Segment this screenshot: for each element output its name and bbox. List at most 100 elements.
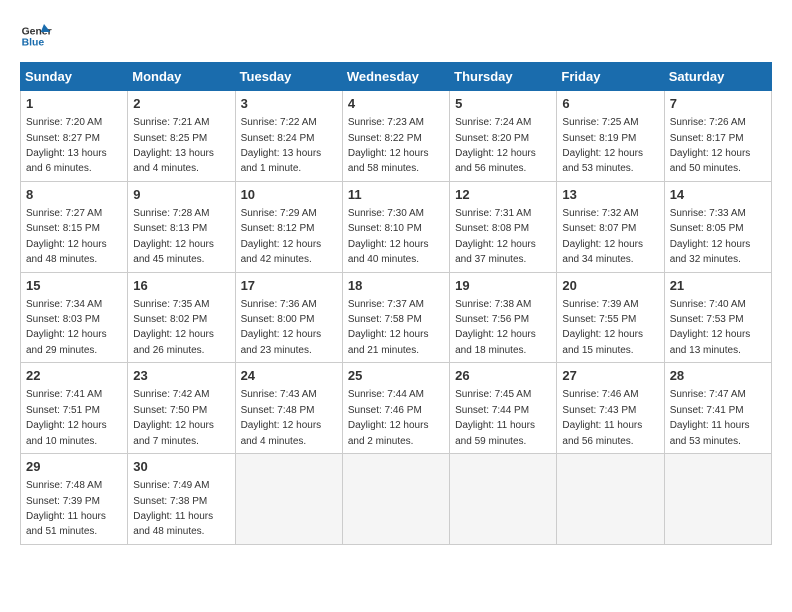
header-wednesday: Wednesday [342,63,449,91]
calendar-cell: 24 Sunrise: 7:43 AMSunset: 7:48 PMDayligh… [235,363,342,454]
calendar-cell: 11 Sunrise: 7:30 AMSunset: 8:10 PMDayligh… [342,181,449,272]
day-info: Sunrise: 7:32 AMSunset: 8:07 PMDaylight:… [562,208,643,265]
day-info: Sunrise: 7:44 AMSunset: 7:46 PMDaylight:… [348,389,429,446]
calendar-cell: 27 Sunrise: 7:46 AMSunset: 7:43 PMDayligh… [557,363,664,454]
svg-text:Blue: Blue [22,38,45,49]
calendar-cell: 18 Sunrise: 7:37 AMSunset: 7:58 PMDayligh… [342,272,449,363]
day-number: 7 [670,95,766,113]
day-number: 30 [133,458,229,476]
day-info: Sunrise: 7:49 AMSunset: 7:38 PMDaylight:… [133,480,213,537]
calendar-cell: 21 Sunrise: 7:40 AMSunset: 7:53 PMDayligh… [664,272,771,363]
calendar-cell: 30 Sunrise: 7:49 AMSunset: 7:38 PMDayligh… [128,454,235,545]
day-number: 9 [133,186,229,204]
day-info: Sunrise: 7:21 AMSunset: 8:25 PMDaylight:… [133,117,214,174]
calendar-cell: 23 Sunrise: 7:42 AMSunset: 7:50 PMDayligh… [128,363,235,454]
day-number: 20 [562,277,658,295]
day-number: 8 [26,186,122,204]
calendar-cell: 19 Sunrise: 7:38 AMSunset: 7:56 PMDayligh… [450,272,557,363]
calendar-cell: 6 Sunrise: 7:25 AMSunset: 8:19 PMDaylight… [557,91,664,182]
calendar-cell: 12Sunrise: 7:31 AMSunset: 8:08 PMDayligh… [450,181,557,272]
day-number: 23 [133,367,229,385]
day-number: 10 [241,186,337,204]
calendar-cell: 2 Sunrise: 7:21 AMSunset: 8:25 PMDaylight… [128,91,235,182]
day-number: 4 [348,95,444,113]
day-info: Sunrise: 7:39 AMSunset: 7:55 PMDaylight:… [562,299,643,356]
day-info: Sunrise: 7:22 AMSunset: 8:24 PMDaylight:… [241,117,322,174]
day-number: 13 [562,186,658,204]
calendar-cell [664,454,771,545]
day-number: 26 [455,367,551,385]
day-number: 3 [241,95,337,113]
day-number: 14 [670,186,766,204]
header-saturday: Saturday [664,63,771,91]
day-info: Sunrise: 7:36 AMSunset: 8:00 PMDaylight:… [241,299,322,356]
calendar-cell [557,454,664,545]
day-number: 21 [670,277,766,295]
calendar-cell [342,454,449,545]
day-info: Sunrise: 7:42 AMSunset: 7:50 PMDaylight:… [133,389,214,446]
day-info: Sunrise: 7:20 AMSunset: 8:27 PMDaylight:… [26,117,107,174]
calendar-header-row: SundayMondayTuesdayWednesdayThursdayFrid… [21,63,772,91]
day-info: Sunrise: 7:35 AMSunset: 8:02 PMDaylight:… [133,299,214,356]
day-info: Sunrise: 7:46 AMSunset: 7:43 PMDaylight:… [562,389,642,446]
day-number: 19 [455,277,551,295]
calendar-table: SundayMondayTuesdayWednesdayThursdayFrid… [20,62,772,545]
day-info: Sunrise: 7:37 AMSunset: 7:58 PMDaylight:… [348,299,429,356]
calendar-cell: 15Sunrise: 7:34 AMSunset: 8:03 PMDayligh… [21,272,128,363]
day-number: 29 [26,458,122,476]
day-info: Sunrise: 7:47 AMSunset: 7:41 PMDaylight:… [670,389,750,446]
calendar-cell: 16Sunrise: 7:35 AMSunset: 8:02 PMDayligh… [128,272,235,363]
day-number: 24 [241,367,337,385]
day-info: Sunrise: 7:34 AMSunset: 8:03 PMDaylight:… [26,299,107,356]
page-header: General Blue [20,20,772,52]
calendar-week-row: 22 Sunrise: 7:41 AMSunset: 7:51 PMDayligh… [21,363,772,454]
day-number: 6 [562,95,658,113]
calendar-cell: 5 Sunrise: 7:24 AMSunset: 8:20 PMDaylight… [450,91,557,182]
day-info: Sunrise: 7:45 AMSunset: 7:44 PMDaylight:… [455,389,535,446]
day-number: 2 [133,95,229,113]
day-number: 22 [26,367,122,385]
calendar-cell: 26 Sunrise: 7:45 AMSunset: 7:44 PMDayligh… [450,363,557,454]
calendar-week-row: 8 Sunrise: 7:27 AMSunset: 8:15 PMDaylight… [21,181,772,272]
calendar-week-row: 15Sunrise: 7:34 AMSunset: 8:03 PMDayligh… [21,272,772,363]
calendar-cell: 28 Sunrise: 7:47 AMSunset: 7:41 PMDayligh… [664,363,771,454]
calendar-cell [450,454,557,545]
calendar-cell: 9Sunrise: 7:28 AMSunset: 8:13 PMDaylight… [128,181,235,272]
day-info: Sunrise: 7:27 AMSunset: 8:15 PMDaylight:… [26,208,107,265]
day-number: 17 [241,277,337,295]
header-friday: Friday [557,63,664,91]
calendar-cell: 7 Sunrise: 7:26 AMSunset: 8:17 PMDaylight… [664,91,771,182]
calendar-cell: 17 Sunrise: 7:36 AMSunset: 8:00 PMDayligh… [235,272,342,363]
day-number: 28 [670,367,766,385]
day-info: Sunrise: 7:30 AMSunset: 8:10 PMDaylight:… [348,208,429,265]
calendar-cell: 14 Sunrise: 7:33 AMSunset: 8:05 PMDayligh… [664,181,771,272]
calendar-cell: 22 Sunrise: 7:41 AMSunset: 7:51 PMDayligh… [21,363,128,454]
logo: General Blue [20,20,56,52]
day-info: Sunrise: 7:41 AMSunset: 7:51 PMDaylight:… [26,389,107,446]
calendar-cell: 3 Sunrise: 7:22 AMSunset: 8:24 PMDaylight… [235,91,342,182]
day-number: 1 [26,95,122,113]
day-number: 11 [348,186,444,204]
calendar-cell: 1 Sunrise: 7:20 AMSunset: 8:27 PMDaylight… [21,91,128,182]
day-info: Sunrise: 7:40 AMSunset: 7:53 PMDaylight:… [670,299,751,356]
calendar-week-row: 1 Sunrise: 7:20 AMSunset: 8:27 PMDaylight… [21,91,772,182]
day-info: Sunrise: 7:33 AMSunset: 8:05 PMDaylight:… [670,208,751,265]
header-monday: Monday [128,63,235,91]
day-number: 5 [455,95,551,113]
day-info: Sunrise: 7:48 AMSunset: 7:39 PMDaylight:… [26,480,106,537]
day-number: 25 [348,367,444,385]
day-info: Sunrise: 7:38 AMSunset: 7:56 PMDaylight:… [455,299,536,356]
day-info: Sunrise: 7:43 AMSunset: 7:48 PMDaylight:… [241,389,322,446]
day-number: 12 [455,186,551,204]
day-info: Sunrise: 7:23 AMSunset: 8:22 PMDaylight:… [348,117,429,174]
calendar-week-row: 29 Sunrise: 7:48 AMSunset: 7:39 PMDayligh… [21,454,772,545]
calendar-cell: 4 Sunrise: 7:23 AMSunset: 8:22 PMDaylight… [342,91,449,182]
day-number: 27 [562,367,658,385]
day-number: 18 [348,277,444,295]
header-tuesday: Tuesday [235,63,342,91]
day-info: Sunrise: 7:25 AMSunset: 8:19 PMDaylight:… [562,117,643,174]
day-info: Sunrise: 7:26 AMSunset: 8:17 PMDaylight:… [670,117,751,174]
day-info: Sunrise: 7:24 AMSunset: 8:20 PMDaylight:… [455,117,536,174]
calendar-cell: 25 Sunrise: 7:44 AMSunset: 7:46 PMDayligh… [342,363,449,454]
calendar-cell: 10Sunrise: 7:29 AMSunset: 8:12 PMDayligh… [235,181,342,272]
